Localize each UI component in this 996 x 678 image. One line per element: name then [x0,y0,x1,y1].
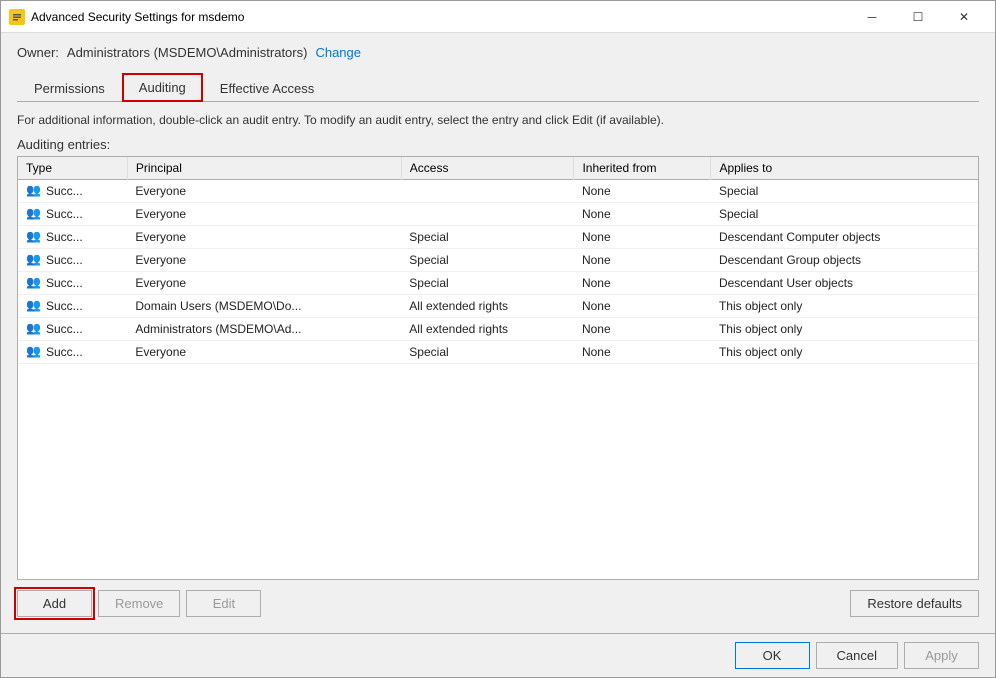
table-row[interactable]: Succ...EveryoneSpecialNoneDescendant Com… [18,225,978,248]
cancel-button[interactable]: Cancel [816,642,898,669]
cell-type: Succ... [18,340,127,363]
table-row[interactable]: Succ...Everyone NoneSpecial [18,179,978,202]
cell-inherited: None [574,202,711,225]
user-group-icon [26,275,42,291]
owner-label: Owner: [17,45,59,60]
col-type: Type [18,157,127,180]
cell-access: Special [401,340,574,363]
cell-type: Succ... [18,317,127,340]
table-row[interactable]: Succ...EveryoneSpecialNoneDescendant Gro… [18,248,978,271]
cell-inherited: None [574,179,711,202]
cell-access: Special [401,271,574,294]
table-row[interactable]: Succ...Everyone NoneSpecial [18,202,978,225]
col-principal: Principal [127,157,401,180]
cell-type: Succ... [18,271,127,294]
cell-principal: Everyone [127,202,401,225]
cell-inherited: None [574,271,711,294]
cell-applies: This object only [711,317,978,340]
cell-type: Succ... [18,179,127,202]
ok-button[interactable]: OK [735,642,810,669]
col-applies: Applies to [711,157,978,180]
window-icon [9,9,25,25]
add-button[interactable]: Add [17,590,92,617]
table-header-row: Type Principal Access Inherited from App… [18,157,978,180]
col-inherited: Inherited from [574,157,711,180]
cell-type: Succ... [18,202,127,225]
info-text: For additional information, double-click… [17,112,979,129]
owner-change-link[interactable]: Change [315,45,361,60]
cell-applies: Descendant Computer objects [711,225,978,248]
cell-access: Special [401,248,574,271]
cell-inherited: None [574,294,711,317]
user-group-icon [26,183,42,199]
cell-inherited: None [574,340,711,363]
table-row[interactable]: Succ...Administrators (MSDEMO\Ad...All e… [18,317,978,340]
restore-defaults-button[interactable]: Restore defaults [850,590,979,617]
auditing-table: Type Principal Access Inherited from App… [18,157,978,364]
maximize-button[interactable]: ☐ [895,1,941,33]
apply-button[interactable]: Apply [904,642,979,669]
table-row[interactable]: Succ...Domain Users (MSDEMO\Do...All ext… [18,294,978,317]
cell-access: All extended rights [401,317,574,340]
cell-applies: Descendant User objects [711,271,978,294]
user-group-icon [26,321,42,337]
table-row[interactable]: Succ...EveryoneSpecialNoneDescendant Use… [18,271,978,294]
cell-type: Succ... [18,294,127,317]
main-window: Advanced Security Settings for msdemo ─ … [0,0,996,678]
cell-principal: Everyone [127,340,401,363]
cell-inherited: None [574,248,711,271]
cell-inherited: None [574,225,711,248]
bottom-buttons: Add Remove Edit Restore defaults [17,580,979,621]
cell-type: Succ... [18,248,127,271]
col-access: Access [401,157,574,180]
cell-principal: Everyone [127,271,401,294]
auditing-table-container[interactable]: Type Principal Access Inherited from App… [17,156,979,580]
main-content: Owner: Administrators (MSDEMO\Administra… [1,33,995,633]
cell-principal: Administrators (MSDEMO\Ad... [127,317,401,340]
tab-effective-access[interactable]: Effective Access [203,73,331,102]
cell-applies: This object only [711,340,978,363]
tab-permissions[interactable]: Permissions [17,73,122,102]
cell-principal: Everyone [127,225,401,248]
cell-applies: This object only [711,294,978,317]
cell-principal: Everyone [127,248,401,271]
remove-button[interactable]: Remove [98,590,180,617]
cell-principal: Everyone [127,179,401,202]
owner-row: Owner: Administrators (MSDEMO\Administra… [17,45,979,60]
cell-applies: Special [711,179,978,202]
owner-value: Administrators (MSDEMO\Administrators) [67,45,308,60]
table-row[interactable]: Succ...EveryoneSpecialNoneThis object on… [18,340,978,363]
edit-button[interactable]: Edit [186,590,261,617]
cell-type: Succ... [18,225,127,248]
cell-applies: Descendant Group objects [711,248,978,271]
user-group-icon [26,252,42,268]
minimize-button[interactable]: ─ [849,1,895,33]
tab-auditing[interactable]: Auditing [122,73,203,102]
cell-access: Special [401,225,574,248]
footer: OK Cancel Apply [1,633,995,677]
cell-access: All extended rights [401,294,574,317]
cell-access [401,202,574,225]
cell-applies: Special [711,202,978,225]
window-title: Advanced Security Settings for msdemo [31,10,849,24]
cell-access [401,179,574,202]
entries-label: Auditing entries: [17,137,979,152]
close-button[interactable]: ✕ [941,1,987,33]
tabs-container: Permissions Auditing Effective Access [17,72,979,102]
cell-inherited: None [574,317,711,340]
window-controls: ─ ☐ ✕ [849,1,987,33]
user-group-icon [26,298,42,314]
user-group-icon [26,344,42,360]
title-bar: Advanced Security Settings for msdemo ─ … [1,1,995,33]
cell-principal: Domain Users (MSDEMO\Do... [127,294,401,317]
user-group-icon [26,229,42,245]
user-group-icon [26,206,42,222]
